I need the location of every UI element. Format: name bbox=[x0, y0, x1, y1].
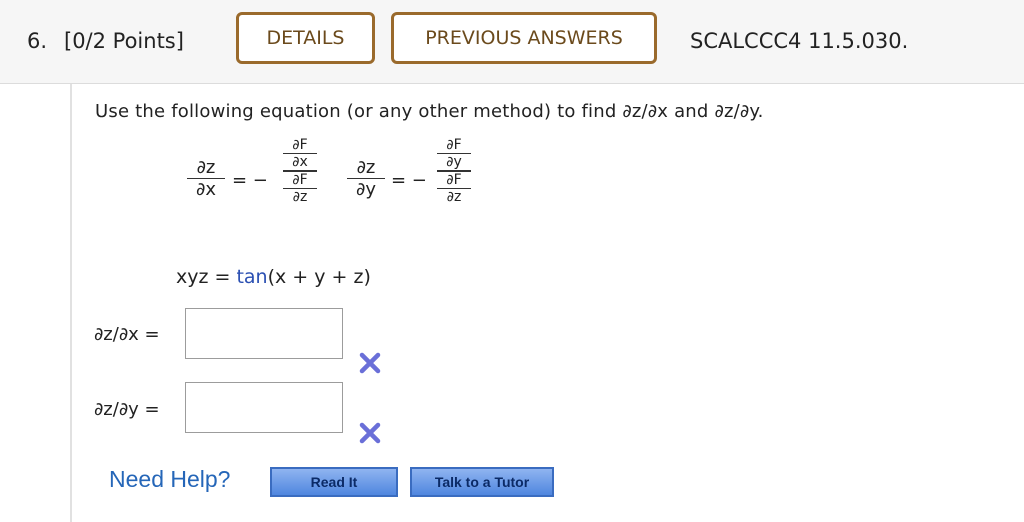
inner-fraction-dF-dx: ∂F ∂x bbox=[283, 137, 317, 170]
instruction-text: Use the following equation (or any other… bbox=[95, 101, 764, 122]
answer-input-dz-dy[interactable] bbox=[185, 382, 343, 433]
need-help-label: Need Help? bbox=[109, 466, 231, 492]
compound-fraction-y: ∂F ∂y ∂F ∂z bbox=[437, 137, 471, 205]
equals-minus: = − bbox=[232, 170, 268, 191]
incorrect-x-icon bbox=[359, 422, 381, 444]
content-divider bbox=[70, 84, 72, 522]
previous-answers-button[interactable]: PREVIOUS ANSWERS bbox=[391, 12, 657, 64]
inner-fraction-dF-dy: ∂F ∂y bbox=[437, 137, 471, 170]
fraction-dz-dy: ∂z ∂y bbox=[347, 157, 385, 200]
answer-label-dz-dx: ∂z/∂x = bbox=[94, 324, 160, 345]
question-number: 6. bbox=[27, 29, 48, 53]
question-header: 6. [0/2 Points] DETAILS PREVIOUS ANSWERS… bbox=[0, 0, 1024, 84]
incorrect-x-icon bbox=[359, 352, 381, 374]
given-equation: xyz = tan(x + y + z) bbox=[176, 266, 371, 288]
points-score: [0/2 Points] bbox=[64, 29, 184, 53]
equation-left: xyz = bbox=[176, 266, 237, 288]
compound-fraction-x: ∂F ∂x ∂F ∂z bbox=[283, 137, 317, 205]
equals-minus: = − bbox=[391, 170, 427, 191]
problem-code: SCALCCC4 11.5.030. bbox=[690, 29, 909, 53]
details-button[interactable]: DETAILS bbox=[236, 12, 375, 64]
inner-fraction-dF-dz: ∂F ∂z bbox=[437, 172, 471, 205]
read-it-button[interactable]: Read It bbox=[270, 467, 398, 497]
answer-input-dz-dx[interactable] bbox=[185, 308, 343, 359]
fraction-dz-dx: ∂z ∂x bbox=[187, 157, 225, 200]
answer-label-dz-dy: ∂z/∂y = bbox=[94, 399, 160, 420]
equation-function: tan bbox=[236, 266, 268, 288]
inner-fraction-dF-dz: ∂F ∂z bbox=[283, 172, 317, 205]
talk-to-tutor-button[interactable]: Talk to a Tutor bbox=[410, 467, 554, 497]
equation-right: (x + y + z) bbox=[267, 266, 371, 288]
